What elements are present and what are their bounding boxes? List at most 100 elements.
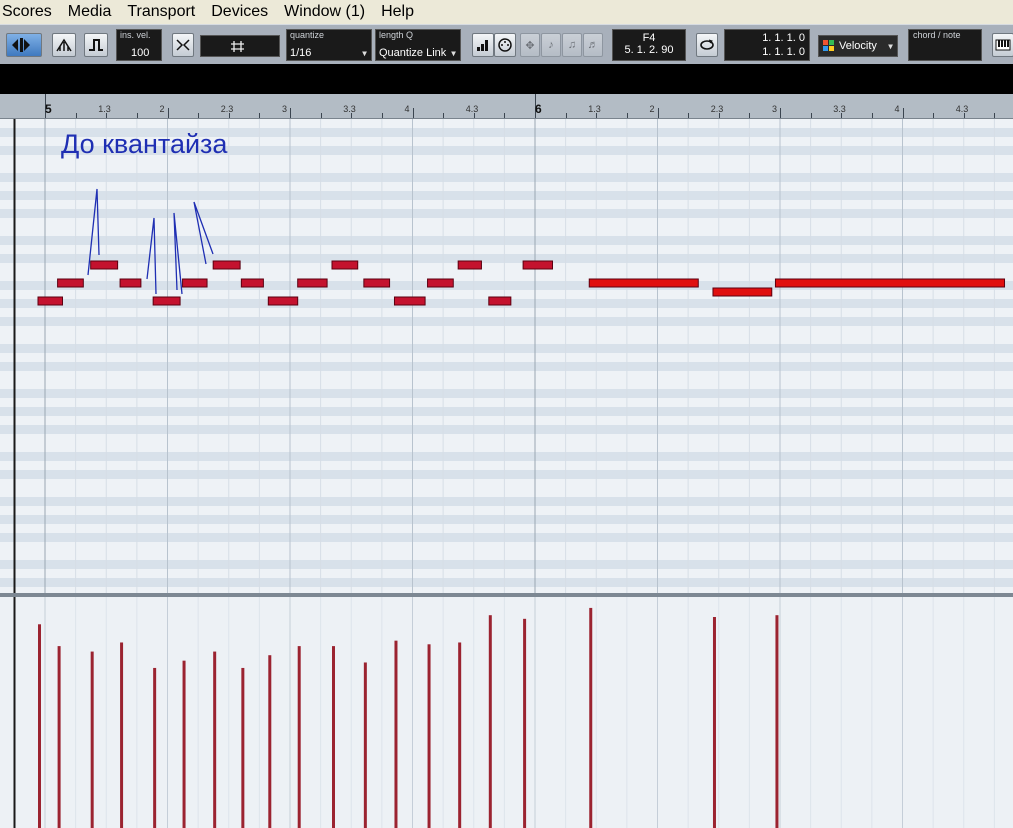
note-9[interactable] bbox=[297, 278, 328, 288]
chord-note-display: chord / note bbox=[908, 29, 982, 61]
note-0[interactable] bbox=[37, 296, 63, 306]
step-input-button[interactable] bbox=[472, 33, 494, 57]
ruler-label: 4.3 bbox=[955, 104, 969, 114]
ruler-label: 3.3 bbox=[833, 104, 846, 114]
velocity-bar-3[interactable] bbox=[120, 642, 124, 828]
ruler-tick bbox=[504, 113, 506, 118]
ins-vel-label: ins. vel. bbox=[120, 30, 151, 40]
velocity-bar-9[interactable] bbox=[297, 646, 301, 828]
menu-item-window-1[interactable]: Window (1) bbox=[276, 0, 373, 24]
velocity-bar-10[interactable] bbox=[332, 646, 335, 828]
velocity-bar-0[interactable] bbox=[38, 624, 41, 828]
menu-item-transport[interactable]: Transport bbox=[119, 0, 203, 24]
note-14[interactable] bbox=[457, 260, 482, 270]
note-16[interactable] bbox=[522, 260, 553, 270]
velocity-bar-13[interactable] bbox=[427, 644, 431, 828]
note-17[interactable] bbox=[588, 278, 699, 288]
velocity-display[interactable] bbox=[0, 597, 1013, 828]
note-11[interactable] bbox=[363, 278, 391, 288]
note-10[interactable] bbox=[331, 260, 359, 270]
velocity-bar-5[interactable] bbox=[182, 660, 186, 828]
midi-connector-icon bbox=[498, 38, 512, 52]
pitch-row bbox=[0, 326, 1013, 335]
note-5[interactable] bbox=[182, 278, 208, 288]
loop-range-display[interactable]: 1. 1. 1. 0 1. 1. 1. 0 bbox=[724, 29, 810, 61]
velocity-bar-7[interactable] bbox=[241, 667, 245, 828]
note-8[interactable] bbox=[267, 296, 299, 306]
ruler-tick bbox=[657, 108, 659, 118]
menu-item-help[interactable]: Help bbox=[373, 0, 422, 24]
pitch-button[interactable]: ♪ bbox=[541, 33, 561, 57]
velocity-bar-4[interactable] bbox=[153, 667, 157, 828]
note-6[interactable] bbox=[212, 260, 241, 270]
controller-lane-value: Velocity bbox=[839, 40, 877, 52]
note-2[interactable] bbox=[90, 260, 119, 270]
note-on-velocity-button[interactable]: ♫ bbox=[562, 33, 582, 57]
pitch-row bbox=[0, 452, 1013, 461]
snap-button[interactable] bbox=[172, 33, 194, 57]
note-1[interactable] bbox=[57, 278, 84, 288]
note-12[interactable] bbox=[393, 296, 426, 306]
controller-lane-dropdown[interactable]: Velocity ▼ bbox=[818, 35, 898, 57]
quantize-label: quantize bbox=[290, 30, 325, 40]
color-squares-icon bbox=[823, 40, 834, 51]
velocity-tool-button[interactable] bbox=[52, 33, 76, 57]
ruler-label: 1.3 bbox=[98, 104, 111, 114]
ruler-label: 3 bbox=[772, 104, 778, 114]
pitch-row bbox=[0, 542, 1013, 551]
chord-note-label: chord / note bbox=[913, 30, 961, 40]
note-7[interactable] bbox=[240, 278, 264, 288]
velocity-bar-18[interactable] bbox=[712, 617, 716, 828]
keyboard-button[interactable] bbox=[992, 33, 1013, 57]
ruler-tick bbox=[688, 113, 690, 118]
note-up-icon: ♫ bbox=[567, 39, 577, 51]
velocity-bar-8[interactable] bbox=[268, 655, 272, 828]
pitch-row bbox=[0, 407, 1013, 416]
ruler-tick bbox=[565, 113, 567, 118]
note-3[interactable] bbox=[119, 278, 142, 288]
grid-display-field[interactable] bbox=[200, 35, 280, 57]
velocity-bar-1[interactable] bbox=[57, 646, 61, 828]
velocity-bar-19[interactable] bbox=[775, 615, 779, 828]
key-editor-grid[interactable]: До квантайза bbox=[0, 119, 1013, 593]
pitch-row bbox=[0, 578, 1013, 587]
velocity-bar-14[interactable] bbox=[458, 642, 462, 828]
info-line bbox=[0, 64, 1013, 94]
move-insert-button[interactable]: ✥ bbox=[520, 33, 540, 57]
velocity-lane[interactable] bbox=[0, 597, 1013, 828]
velocity-bar-11[interactable] bbox=[363, 662, 367, 828]
tool-object-selection-button[interactable] bbox=[6, 33, 42, 57]
menu-item-media[interactable]: Media bbox=[60, 0, 120, 24]
ruler-label: 4.3 bbox=[465, 104, 479, 114]
ruler-tick bbox=[443, 113, 445, 118]
ruler-label: 5 bbox=[45, 102, 52, 116]
snap-arrows-icon bbox=[176, 39, 190, 51]
quantize-dropdown[interactable]: quantize 1/16 ▼ bbox=[286, 29, 372, 61]
step-button[interactable] bbox=[84, 33, 108, 57]
note-15[interactable] bbox=[488, 296, 512, 306]
note-13[interactable] bbox=[427, 278, 454, 288]
velocity-bar-2[interactable] bbox=[90, 651, 94, 828]
length-quantize-dropdown[interactable]: length Q Quantize Link ▼ bbox=[375, 29, 461, 61]
velocity-bar-12[interactable] bbox=[394, 640, 398, 828]
insert-velocity-field[interactable]: ins. vel. 100 bbox=[116, 29, 162, 61]
move-icon: ✥ bbox=[525, 39, 535, 52]
note-4[interactable] bbox=[152, 296, 181, 306]
pitch-row bbox=[0, 371, 1013, 380]
independent-track-loop-button[interactable] bbox=[696, 33, 718, 57]
midi-input-button[interactable] bbox=[494, 33, 516, 57]
arrow-tool-icon bbox=[12, 38, 30, 52]
menu-item-devices[interactable]: Devices bbox=[203, 0, 276, 24]
velocity-bar-6[interactable] bbox=[213, 651, 217, 828]
pitch-row bbox=[0, 380, 1013, 389]
velocity-bar-16[interactable] bbox=[523, 618, 527, 828]
note-18[interactable] bbox=[712, 287, 773, 297]
timeline-ruler[interactable]: 5 1.3 2 2.3 3 3.3 4 4.3 6 1.3 2 2.3 3 3.3 4 4.3 bbox=[0, 94, 1013, 119]
menu-item-scores[interactable]: Scores bbox=[0, 0, 60, 24]
velocity-bar-17[interactable] bbox=[589, 607, 593, 828]
note-19[interactable] bbox=[774, 278, 1006, 288]
velocity-bar-15[interactable] bbox=[488, 615, 492, 828]
note-display[interactable] bbox=[0, 119, 1013, 593]
note-off-velocity-button[interactable]: ♬ bbox=[583, 33, 603, 57]
note-icon: ♪ bbox=[548, 39, 554, 51]
